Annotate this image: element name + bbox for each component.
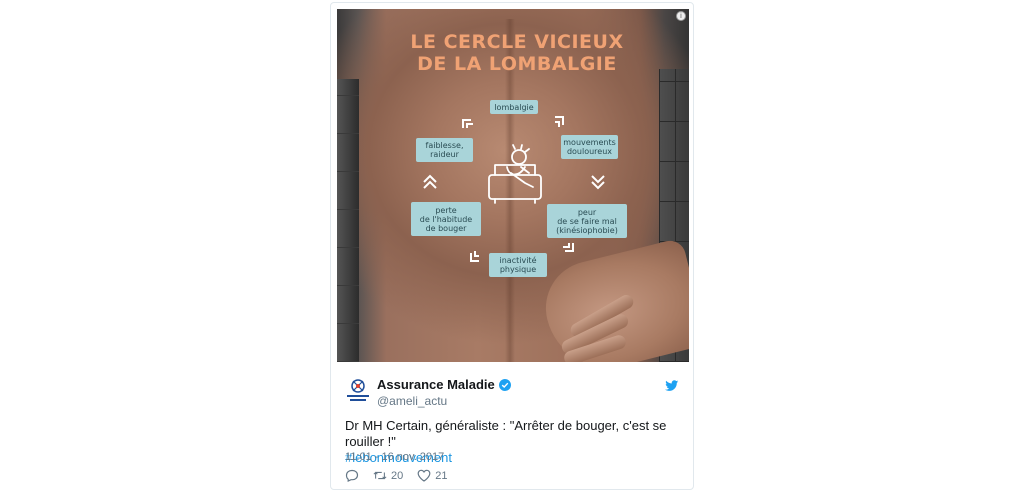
cycle-label: lombalgie (494, 102, 534, 112)
tweet-text-body: Dr MH Certain, généraliste : "Arrêter de… (345, 418, 667, 449)
retweet-count: 20 (391, 469, 404, 482)
tweet-media-image[interactable]: i LE CERCLE VICIEUX DE LA LOMBALGIE lomb… (337, 9, 689, 362)
title-line-2: DE LA LOMBALGIE (417, 53, 617, 75)
retweet-button[interactable]: 20 (373, 469, 403, 482)
cycle-arrow-icon (559, 239, 577, 257)
cycle-label: peur (577, 207, 597, 217)
cycle-box-faiblesse-raideur: faiblesse, raideur (416, 138, 473, 162)
author-name[interactable]: Assurance Maladie (377, 377, 511, 392)
embedded-tweet-card: i LE CERCLE VICIEUX DE LA LOMBALGIE lomb… (330, 2, 694, 490)
assurance-maladie-avatar[interactable] (345, 377, 371, 405)
ad-info-icon[interactable]: i (676, 11, 686, 21)
cycle-label: (kinésiophobie) (556, 225, 618, 235)
tweet-timestamp[interactable]: 11:01 - 16 nov. 2017 (345, 451, 444, 463)
cycle-box-peur: peur de se faire mal (kinésiophobie) (547, 204, 627, 238)
like-button[interactable]: 21 (417, 469, 448, 482)
cycle-label: douloureux (566, 147, 613, 156)
reply-icon (345, 469, 359, 482)
cycle-arrow-icon (465, 247, 483, 265)
cycle-box-perte-habitude: perte de l'habitude de bouger (411, 202, 481, 236)
cycle-box-inactivite-physique: inactivité physique (489, 253, 547, 277)
like-count: 21 (435, 469, 448, 482)
seated-person-pictogram-icon (485, 143, 545, 205)
author-name-text[interactable]: Assurance Maladie (377, 377, 495, 392)
cycle-arrow-icon (589, 173, 607, 191)
cycle-box-mouvements-douloureux: mouvements douloureux (561, 135, 618, 159)
cycle-box-lombalgie: lombalgie (490, 100, 538, 114)
cycle-label: faiblesse, (425, 141, 464, 150)
cycle-label: de se faire mal (557, 216, 617, 226)
heart-icon (417, 469, 431, 482)
retweet-icon (373, 471, 387, 480)
cycle-arrow-icon (459, 114, 477, 132)
infographic-title: LE CERCLE VICIEUX DE LA LOMBALGIE (397, 31, 637, 75)
author-handle[interactable]: @ameli_actu (377, 394, 447, 408)
cycle-label: de l'habitude (419, 214, 473, 224)
cycle-label: de bouger (425, 223, 467, 233)
tweet-actions: 20 21 (345, 469, 448, 482)
cycle-label: physique (499, 265, 537, 274)
background-tiles-left (337, 79, 359, 362)
cycle-arrow-icon (551, 113, 569, 131)
cycle-label: mouvements (563, 138, 616, 147)
twitter-bird-icon[interactable] (665, 379, 679, 391)
cycle-label: raideur (430, 150, 459, 159)
tweet-body: Assurance Maladie @ameli_actu Dr MH Cert… (331, 363, 693, 490)
reply-button[interactable] (345, 469, 359, 482)
title-line-1: LE CERCLE VICIEUX (410, 31, 624, 53)
cycle-label: inactivité (499, 256, 537, 265)
cycle-label: perte (435, 205, 457, 215)
cycle-arrow-icon (421, 173, 439, 191)
verified-badge-icon (498, 378, 511, 391)
